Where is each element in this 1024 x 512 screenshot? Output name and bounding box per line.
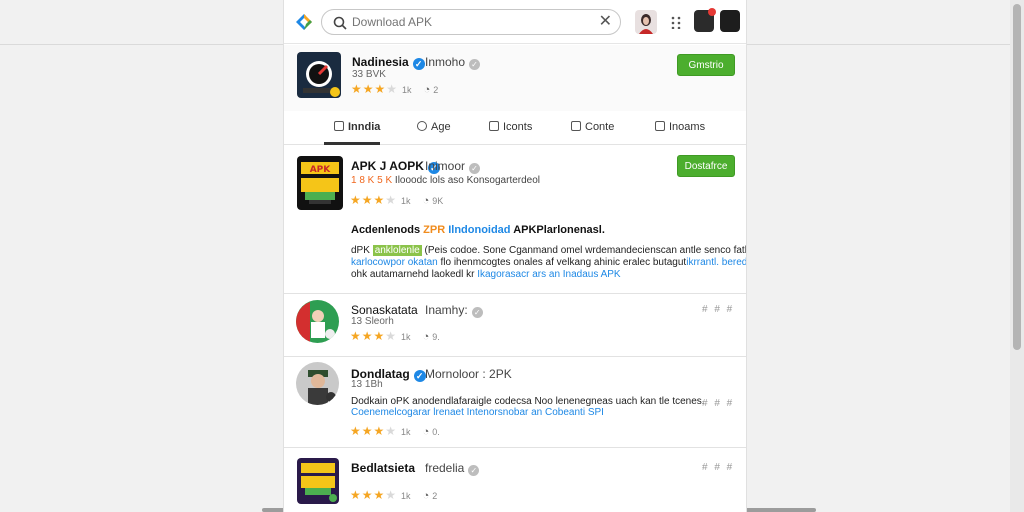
list-item-icon[interactable] xyxy=(296,362,339,405)
chart-icon xyxy=(571,121,581,131)
search-bar[interactable]: ✕ xyxy=(321,9,621,35)
app-title[interactable]: Nadinesia ✓ xyxy=(352,55,425,70)
notification-icon[interactable] xyxy=(694,8,716,32)
rating-stars: ★★★★ 1k ◔ 0. xyxy=(350,424,440,438)
description-heading: Acdenlenods ZPR Ilndonoidad APKPlarlonen… xyxy=(351,224,605,236)
download-button[interactable]: Dostafrce xyxy=(677,155,735,177)
tab-iconts[interactable]: Iconts xyxy=(489,121,532,133)
apps-grid-icon[interactable] xyxy=(670,15,684,29)
check-icon: ✓ xyxy=(469,163,481,174)
rating-count: 1k xyxy=(401,332,411,342)
comment-count: 2 xyxy=(432,491,438,501)
rating-stars: ★★★★ 1k ◔ 2 xyxy=(350,488,438,502)
description-line: ohk autamarnehd laokedl kr Ikagorasacr a… xyxy=(351,269,621,280)
vertical-scrollbar[interactable] xyxy=(1010,0,1024,512)
rating-stars: ★★★★ 1k ◔ 2 xyxy=(351,82,439,96)
comment-icon: ◔ xyxy=(422,490,430,502)
app-icon[interactable]: APK xyxy=(297,156,343,210)
square-icon xyxy=(489,121,499,131)
check-icon: ✓ xyxy=(471,307,483,318)
top-bar: ✕ xyxy=(284,0,746,44)
search-icon xyxy=(333,16,347,30)
comment-count: 2 xyxy=(433,85,439,95)
profile-icon[interactable] xyxy=(720,10,740,32)
store-logo-icon[interactable] xyxy=(293,11,315,33)
rating-stars: ★★★★ 1k ◔ 9K xyxy=(350,193,444,207)
tab-age[interactable]: Age xyxy=(417,121,451,133)
comment-icon: ◔ xyxy=(422,195,430,207)
list-divider xyxy=(284,447,746,448)
svg-text:APK: APK xyxy=(310,165,332,175)
close-icon[interactable]: ✕ xyxy=(599,12,612,32)
comment-icon: ◔ xyxy=(422,426,430,438)
notification-badge xyxy=(708,8,716,16)
description-line: Coenemelcogarar lrenaet Intenorsnobar an… xyxy=(351,407,604,418)
rating-stars: ★★★★ 1k ◔ 9. xyxy=(350,329,440,343)
description-line: dPK anklolenle (Peis codoe. Sone Cganman… xyxy=(351,245,747,256)
more-options-icon[interactable]: # # # xyxy=(702,398,734,409)
description-line: karlocowpor okatan flo ihenmcogtes onale… xyxy=(351,257,747,268)
more-options-icon[interactable]: # # # xyxy=(702,462,734,473)
rating-count: 1k xyxy=(401,491,411,501)
verified-icon: ✓ xyxy=(412,58,425,70)
square-icon xyxy=(655,121,665,131)
app-version: 33 BVK xyxy=(352,69,386,80)
developer-name[interactable]: Inamhy: ✓ xyxy=(425,303,483,318)
app-icon[interactable] xyxy=(297,52,341,98)
developer-name[interactable]: Mornoloor : 2PK xyxy=(425,367,512,381)
active-tab-indicator xyxy=(324,142,380,145)
list-item-icon[interactable] xyxy=(296,300,339,343)
tab-inoams[interactable]: Inoams xyxy=(655,121,705,133)
primary-action-button[interactable]: Gmstrio xyxy=(677,54,735,76)
search-input[interactable] xyxy=(352,13,582,31)
app-store-panel: ✕ Nadinesia✓ Inmoho✓ 33 BVK ★★★★1k◔2 Gms… xyxy=(283,0,747,512)
list-divider xyxy=(284,293,746,294)
developer-name[interactable]: Inmoho ✓ xyxy=(425,55,481,70)
developer-name[interactable]: fredelia ✓ xyxy=(425,461,480,476)
list-item-subtitle: 13 Sleorh xyxy=(351,316,394,327)
app-header-card: Nadinesia ✓ Inmoho ✓ 33 BVK ★★★★ 1k ◔ 2 Gmstr… xyxy=(284,45,746,111)
app-subtitle: 1 8 K 5 K Ilooodc lols aso Konsogarterde… xyxy=(351,175,541,186)
chat-icon xyxy=(417,121,427,131)
verified-icon: ✓ xyxy=(413,370,426,382)
comment-count: 9K xyxy=(432,196,444,206)
scrollbar-thumb[interactable] xyxy=(1013,4,1021,350)
comment-icon: ◔ xyxy=(422,331,430,343)
tab-inndia[interactable]: Inndia xyxy=(334,121,380,133)
check-icon: ✓ xyxy=(469,59,481,70)
rating-count: 1k xyxy=(401,196,411,206)
tab-bar: Inndia Age Iconts Conte Inoams xyxy=(284,111,746,145)
comment-icon: ◔ xyxy=(423,84,431,96)
check-icon: ✓ xyxy=(468,465,480,476)
more-options-icon[interactable]: # # # xyxy=(702,304,734,315)
comment-count: 9. xyxy=(432,332,440,342)
comment-count: 0. xyxy=(432,427,440,437)
list-item-title[interactable]: Sonaskatata xyxy=(351,303,418,317)
user-avatar[interactable] xyxy=(635,10,657,34)
list-item-icon[interactable] xyxy=(297,458,339,504)
list-item-subtitle: 13 1Bh xyxy=(351,379,383,390)
list-item-title[interactable]: Bedlatsieta xyxy=(351,461,415,475)
list-divider xyxy=(284,356,746,357)
document-icon xyxy=(334,121,344,131)
rating-count: 1k xyxy=(402,85,412,95)
rating-count: 1k xyxy=(401,427,411,437)
developer-name[interactable]: Inimoor ✓ xyxy=(425,159,481,174)
tab-conte[interactable]: Conte xyxy=(571,121,614,133)
